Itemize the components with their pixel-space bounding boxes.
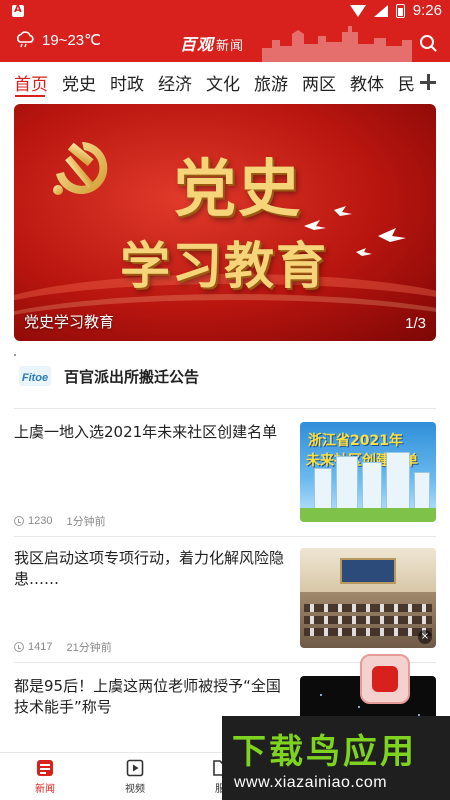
- wifi-icon: [349, 4, 366, 17]
- tab-home[interactable]: 首页: [14, 70, 48, 95]
- status-indicators: 9:26: [349, 2, 442, 19]
- category-tabs: 首页 党史 时政 经济 文化 旅游 两区 教体 民: [0, 62, 450, 102]
- rain-cloud-icon: [14, 31, 36, 49]
- city-skyline-decoration: [262, 26, 412, 62]
- video-icon: [126, 759, 144, 777]
- weather-temperature: 19~23℃: [42, 32, 101, 49]
- news-icon: [37, 760, 53, 776]
- app-notification-icon: [12, 4, 24, 17]
- add-channel-icon[interactable]: [420, 74, 436, 90]
- tab-politics[interactable]: 时政: [110, 70, 144, 95]
- weather-widget[interactable]: 19~23℃: [14, 31, 101, 49]
- tab-tourism[interactable]: 旅游: [254, 70, 288, 95]
- app-screen: 9:26 19~23℃ 百观新闻: [0, 0, 450, 800]
- news-title: 上虞一地入选2021年未来社区创建名单: [14, 423, 278, 441]
- notice-title: 百官派出所搬迁公告: [64, 368, 200, 386]
- status-time: 9:26: [412, 2, 442, 19]
- watermark-url: www.xiazainiao.com: [234, 774, 388, 791]
- news-views: 1417: [28, 641, 53, 653]
- news-title: 我区启动这项专项行动，着力化解风险隐患……: [14, 549, 285, 588]
- news-item[interactable]: 我区启动这项专项行动，着力化解风险隐患…… 1417 21分钟前 ×: [14, 548, 436, 658]
- news-thumbnail: 浙江省2021年 未来社区创建名单: [300, 422, 436, 522]
- views-icon: [14, 642, 24, 652]
- nav-video[interactable]: 视频: [110, 759, 160, 795]
- divider: [14, 408, 436, 409]
- brand-subtitle: 新闻: [216, 39, 245, 54]
- tab-party-history[interactable]: 党史: [62, 70, 96, 95]
- tab-two-districts[interactable]: 两区: [302, 70, 336, 95]
- news-item[interactable]: 上虞一地入选2021年未来社区创建名单 1230 1分钟前 浙江省2021年 未…: [14, 422, 436, 532]
- banner-page-indicator: 1/3: [405, 315, 426, 332]
- app-logo: 百观 新闻: [180, 31, 244, 55]
- watermark-banner: 下载鸟应用 www.xiazainiao.com: [222, 716, 450, 800]
- active-tab-indicator: [15, 95, 45, 97]
- top-header: 9:26 19~23℃ 百观新闻: [0, 0, 450, 62]
- banner-carousel[interactable]: 党史 学习教育 党史学习教育 1/3: [14, 104, 436, 341]
- news-meta: 1230 1分钟前: [14, 513, 106, 529]
- brand-name: 百观: [180, 35, 215, 54]
- watermark-title: 下载鸟应用: [232, 732, 417, 772]
- views-icon: [14, 516, 24, 526]
- tab-culture[interactable]: 文化: [206, 70, 240, 95]
- svg-text:Fitoe: Fitoe: [22, 372, 48, 384]
- tab-education-sports[interactable]: 教体: [350, 70, 384, 95]
- signal-icon: [373, 4, 388, 17]
- hammer-sickle-emblem: [53, 142, 108, 195]
- news-thumbnail: ×: [300, 548, 436, 648]
- divider: [14, 536, 436, 537]
- floating-app-badge[interactable]: [360, 654, 410, 704]
- nav-label: 视频: [125, 784, 145, 795]
- news-views: 1230: [28, 515, 53, 527]
- news-time: 1分钟前: [66, 516, 106, 528]
- banner-headline: 党史: [174, 152, 303, 225]
- status-bar: 9:26: [0, 0, 450, 22]
- search-icon[interactable]: [418, 33, 438, 53]
- nav-news[interactable]: 新闻: [20, 759, 70, 795]
- news-title: 都是95后！上虞这两位老师被授予“全国技术能手”称号: [14, 677, 281, 716]
- close-icon[interactable]: ×: [418, 630, 432, 644]
- thumbnail-heading: 浙江省2021年: [308, 433, 403, 449]
- nav-label: 新闻: [35, 784, 55, 795]
- battery-icon: [395, 3, 405, 18]
- police-station-logo: Fitoe: [19, 366, 51, 386]
- doves-decoration: [304, 206, 406, 256]
- tab-economy[interactable]: 经济: [158, 70, 192, 95]
- notice-item[interactable]: Fitoe 百官派出所搬迁公告: [14, 354, 436, 398]
- banner-caption: 党史学习教育: [24, 313, 115, 331]
- notice-marker: [14, 354, 16, 356]
- news-time: 21分钟前: [66, 642, 112, 654]
- news-meta: 1417 21分钟前: [14, 639, 112, 655]
